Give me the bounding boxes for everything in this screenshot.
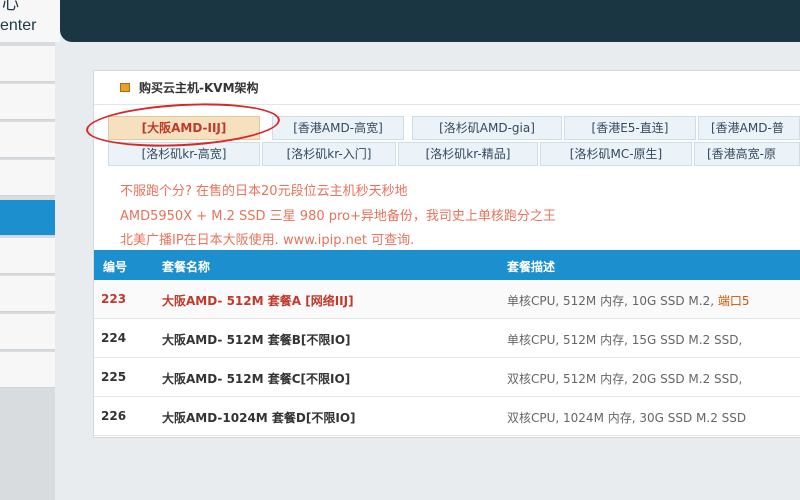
tab-hk-amd-standard[interactable]: [香港AMD-普 [698,116,800,140]
tab-la-kr-premium[interactable]: [洛杉矶kr-精品] [398,142,538,166]
sidebar-item[interactable] [0,352,55,388]
top-header-bar [60,0,800,42]
plan-desc-text: 单核CPU, 512M 内存, 10G SSD M.2, [507,294,718,308]
plan-name[interactable]: 大阪AMD- 512M 套餐C[不限IO] [162,370,350,387]
plan-desc: 单核CPU, 512M 内存, 10G SSD M.2, 端口5 [507,292,749,309]
notice-line-1: 不服跑个分? 在售的日本20元段位云主机秒天秒地 [120,184,408,199]
col-header-id: 编号 [103,260,128,274]
tab-hk-e5-direct[interactable]: [香港E5-直连] [564,116,696,140]
logo-area: 心 enter [0,0,60,42]
folder-icon [120,83,130,92]
table-row[interactable]: 223 大阪AMD- 512M 套餐A [网络IIJ] 单核CPU, 512M … [94,280,800,319]
logo-en-text: enter [0,17,37,34]
plan-id: 224 [101,331,127,345]
panel-header: 购买云主机-KVM架构 [94,71,800,105]
content-gutter [55,42,92,500]
tab-osaka-amd-iij[interactable]: [大阪AMD-IIJ] [108,116,260,140]
tab-la-kr-high-bandwidth[interactable]: [洛杉矶kr-高宽] [108,142,260,166]
plan-desc: 双核CPU, 1024M 内存, 30G SSD M.2 SSD [507,411,747,425]
sidebar-item[interactable] [0,122,55,158]
plan-name[interactable]: 大阪AMD- 512M 套餐A [网络IIJ] [162,292,354,309]
sidebar-item[interactable] [0,46,55,82]
tab-la-amd-gia[interactable]: [洛杉矶AMD-gia] [412,116,562,140]
left-sidebar [0,42,55,500]
tab-la-mc-native[interactable]: [洛杉矶MC-原生] [540,142,692,166]
tab-hk-amd-high-bandwidth[interactable]: [香港AMD-高宽] [272,116,404,140]
sidebar-item[interactable] [0,238,55,274]
sidebar-item[interactable] [0,160,55,196]
table-header: 编号 套餐名称 套餐描述 [94,250,800,280]
logo-cn-text: 心 [2,0,19,13]
notice-line-3: 北美广播IP在日本大阪使用. www.ipip.net 可查询. [120,233,415,248]
plan-id: 223 [101,292,127,306]
plan-desc: 单核CPU, 512M 内存, 15G SSD M.2 SSD, [507,333,743,347]
notice-line-2: AMD5950X + M.2 SSD 三星 980 pro+异地备份，我司史上单… [120,209,556,224]
plan-desc: 双核CPU, 512M 内存, 20G SSD M.2 SSD, [507,372,743,386]
tab-la-kr-entry[interactable]: [洛杉矶kr-入门] [262,142,396,166]
tab-hk-high-bandwidth-native[interactable]: [香港高宽-原 [694,142,800,166]
logo[interactable]: 心 enter [0,0,60,36]
sidebar-item[interactable] [0,276,55,312]
plan-name[interactable]: 大阪AMD- 512M 套餐B[不限IO] [162,331,351,348]
plan-id: 225 [101,370,127,384]
sidebar-item[interactable] [0,84,55,120]
col-header-name: 套餐名称 [162,260,211,274]
col-header-desc: 套餐描述 [507,260,556,274]
panel-title: 购买云主机-KVM架构 [139,81,259,95]
plan-id: 226 [101,409,127,423]
table-row[interactable]: 224 大阪AMD- 512M 套餐B[不限IO] 单核CPU, 512M 内存… [94,319,800,358]
sidebar-item[interactable] [0,314,55,350]
plan-desc-tail: 端口5 [717,294,750,308]
table-row[interactable]: 225 大阪AMD- 512M 套餐C[不限IO] 双核CPU, 512M 内存… [94,358,800,397]
table-row[interactable]: 226 大阪AMD-1024M 套餐D[不限IO] 双核CPU, 1024M 内… [94,397,800,436]
sidebar-item-active[interactable] [0,200,55,236]
plan-name[interactable]: 大阪AMD-1024M 套餐D[不限IO] [162,409,356,426]
page-background [93,438,800,500]
